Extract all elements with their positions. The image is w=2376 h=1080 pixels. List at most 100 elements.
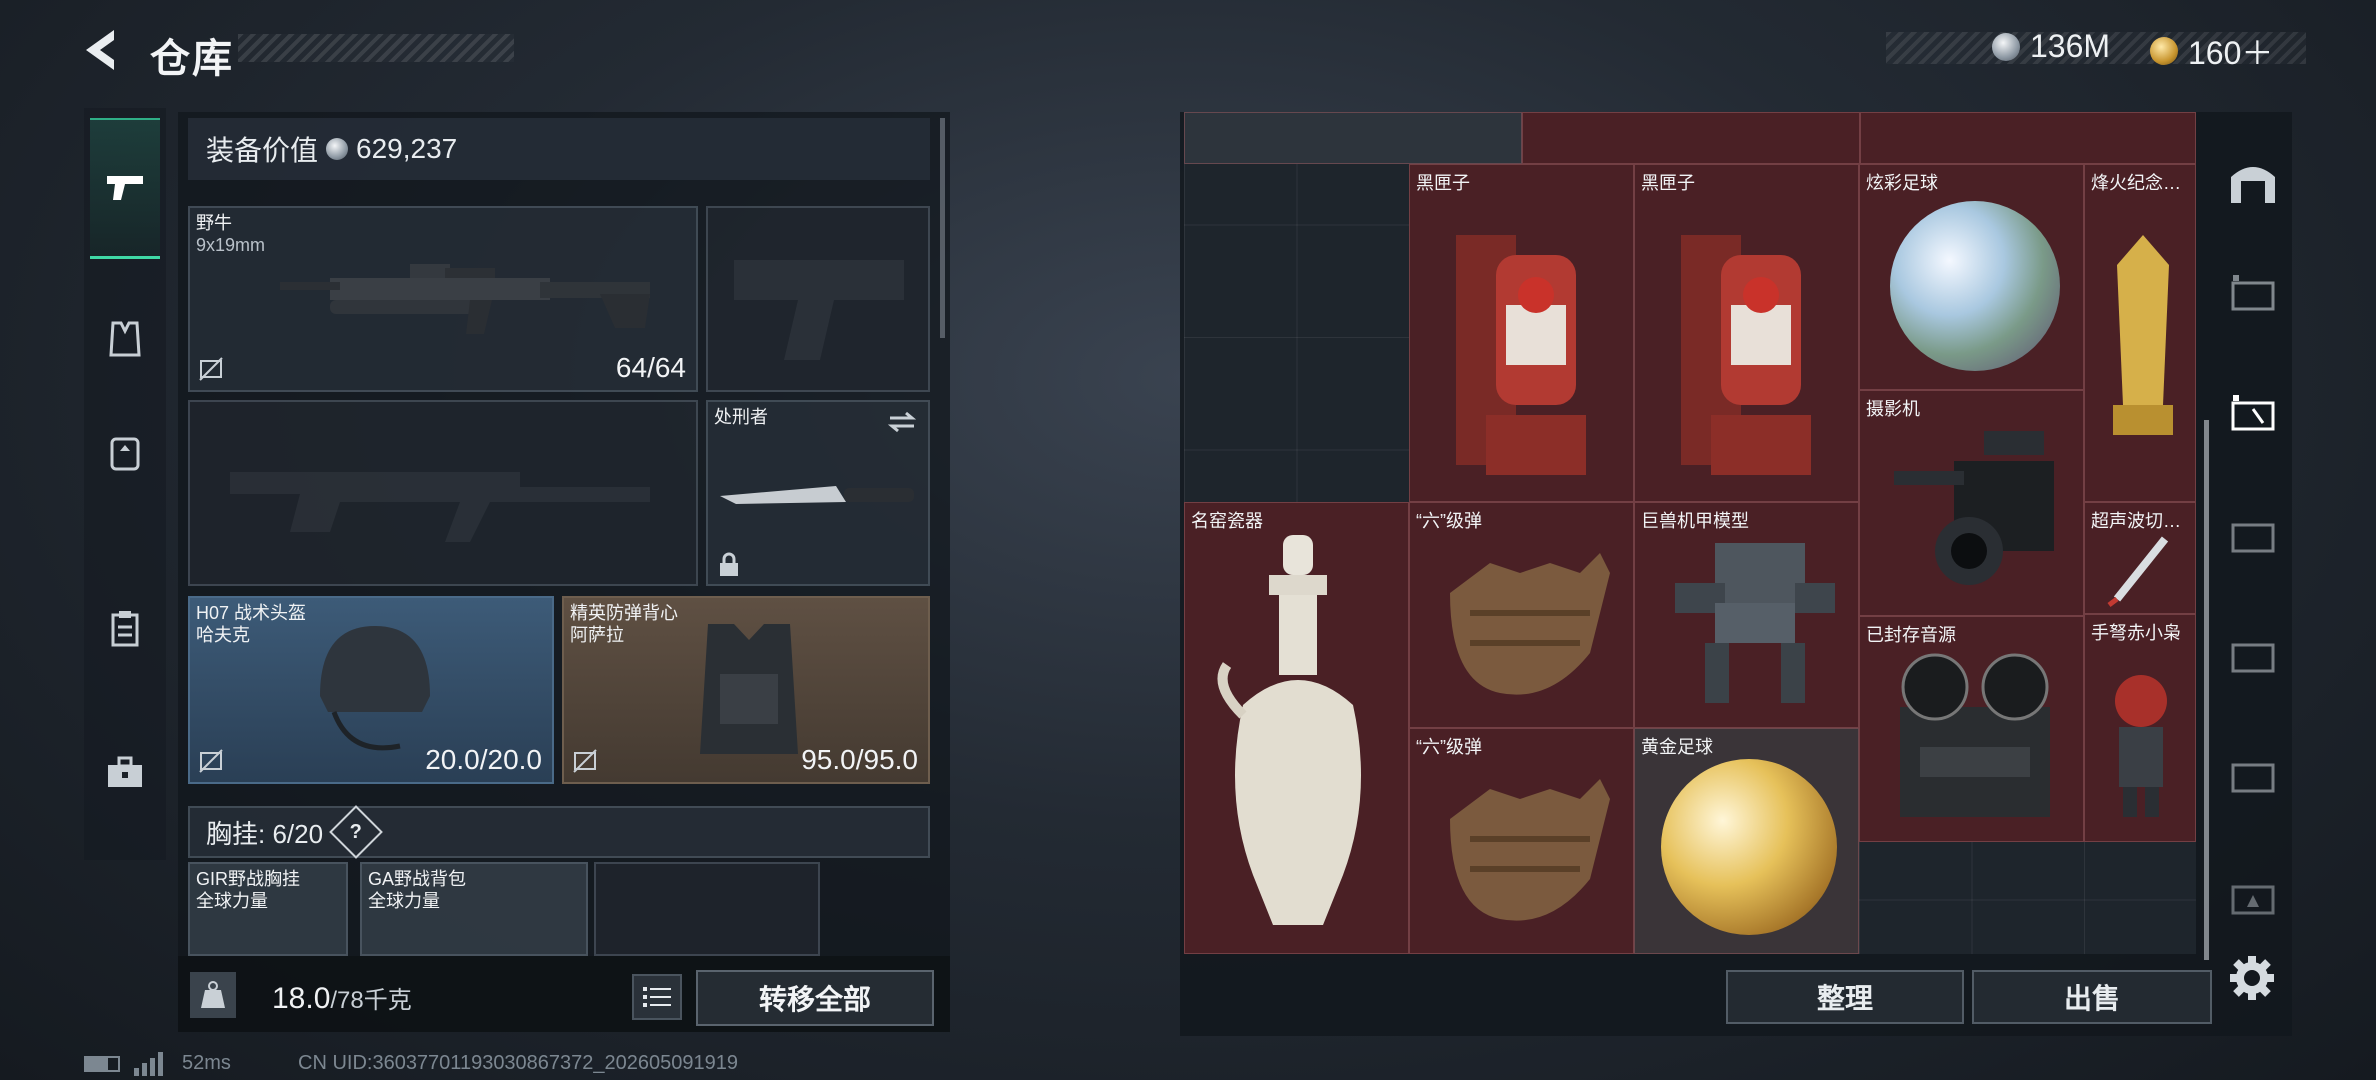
storage-box-icon — [2231, 643, 2275, 673]
stash-item-partial[interactable] — [1184, 112, 1522, 164]
primary-weapon-slot[interactable]: 野牛 9x19mm 64/64 — [188, 206, 698, 392]
stash-item[interactable]: 炫彩足球 — [1859, 164, 2084, 390]
toolbox-icon — [108, 756, 142, 787]
list-icon — [643, 987, 671, 1007]
stash-item[interactable]: “六”级弹 — [1409, 728, 1634, 954]
nav-case[interactable] — [94, 598, 156, 660]
clipboard-icon — [111, 611, 139, 647]
stash-item-partial[interactable] — [1522, 112, 1860, 164]
stash-item[interactable]: 黑匣子 — [1634, 164, 1859, 502]
stash-item[interactable]: 摄影机 — [1859, 390, 2084, 616]
nav-toolkit[interactable] — [94, 742, 156, 804]
melee-slot[interactable]: 处刑者 — [706, 400, 930, 586]
item-name: 黄金足球 — [1641, 737, 1713, 757]
stash-tab-6[interactable] — [2218, 740, 2288, 810]
nav-weapons[interactable] — [90, 118, 160, 259]
gear-icon[interactable] — [2226, 952, 2278, 1004]
stash-item[interactable]: 巨兽机甲模型 — [1634, 502, 1859, 728]
item-name: “六”级弹 — [1416, 737, 1482, 757]
chest-count: 6/20 — [272, 818, 324, 849]
stash-item-partial[interactable] — [1860, 112, 2196, 164]
stash-grid: 黑匣子 黑匣子 炫彩足球 烽火纪念… 摄影机 名窑瓷器 “六”级弹 巨兽机甲模型… — [1184, 112, 2196, 954]
backpack-name: GA野战背包 — [368, 869, 467, 889]
chest-rig-slot[interactable]: GIR野战胸挂 全球力量 — [188, 862, 348, 956]
storage-box-icon — [2231, 763, 2275, 793]
helmet-slot[interactable]: H07 战术头盔 哈夫克 20.0/20.0 — [188, 596, 554, 784]
pistol-icon — [107, 176, 143, 200]
silver-currency[interactable]: 136M — [1992, 28, 2110, 65]
trophy-image — [2113, 235, 2173, 435]
sell-button[interactable]: 出售 — [1972, 970, 2212, 1024]
stash-tab-main[interactable] — [2218, 146, 2288, 216]
weapon-ammo: 9x19mm — [196, 235, 266, 255]
help-icon[interactable]: ? — [329, 805, 383, 859]
stash-item[interactable]: 黑匣子 — [1409, 164, 1634, 502]
stash-item[interactable]: 已封存音源 — [1859, 616, 2084, 842]
loadout-nav — [84, 108, 166, 860]
stash-tab-4[interactable] — [2218, 500, 2288, 570]
nav-armor[interactable] — [94, 308, 156, 370]
stash-item[interactable]: 黄金足球 — [1634, 728, 1859, 954]
battery-icon — [84, 1056, 120, 1072]
ammo-glove-image — [1450, 553, 1610, 695]
silver-coin-icon — [326, 138, 349, 160]
no-insurance-icon — [573, 749, 597, 773]
item-name: “六”级弹 — [1416, 511, 1482, 531]
black-box-image — [1681, 235, 1811, 475]
figurine-image — [2115, 675, 2167, 817]
storage-box-icon — [2231, 885, 2275, 915]
rig-maker: 全球力量 — [196, 891, 268, 911]
lock-icon — [720, 552, 738, 576]
vest-icon — [109, 321, 141, 357]
black-box-image — [1456, 235, 1586, 475]
knife-image — [720, 486, 914, 504]
stash-item[interactable]: 名窑瓷器 — [1184, 502, 1409, 954]
weight-icon — [190, 972, 236, 1018]
no-insurance-icon — [199, 749, 223, 773]
chest-label: 胸挂: — [206, 818, 266, 849]
armor-maker: 阿萨拉 — [570, 625, 624, 645]
armor-name: 精英防弹背心 — [570, 603, 678, 623]
stash-item[interactable]: 超声波切… — [2084, 502, 2196, 614]
armor-durability: 95.0/95.0 — [801, 744, 918, 775]
stash-tab-5[interactable] — [2218, 620, 2288, 690]
carry-weight: 18.0/78千克 — [272, 980, 412, 1016]
sort-button[interactable]: 整理 — [1726, 970, 1964, 1024]
stash-tab-2[interactable] — [2218, 258, 2288, 328]
weight-max: /78千克 — [330, 987, 412, 1014]
chest-rig-capacity: 胸挂: 6/20 ? — [188, 805, 930, 859]
item-name: 超声波切… — [2091, 511, 2181, 531]
helmet-durability: 20.0/20.0 — [425, 744, 542, 775]
item-name: 黑匣子 — [1416, 173, 1470, 193]
item-name: 已封存音源 — [1866, 625, 1956, 645]
swap-icon[interactable] — [886, 410, 918, 434]
transfer-all-button[interactable]: 转移全部 — [696, 970, 934, 1026]
stash-item[interactable]: 烽火纪念… — [2084, 164, 2196, 502]
stash-scrollbar[interactable] — [2204, 420, 2209, 960]
backpack-slot[interactable]: GA野战背包 全球力量 — [360, 862, 588, 956]
item-name: 黑匣子 — [1641, 173, 1695, 193]
weapon-durability: 64/64 — [615, 352, 686, 383]
secondary-weapon-slot-empty[interactable] — [188, 400, 698, 586]
stash-tab-3-active[interactable] — [2218, 378, 2288, 448]
gold-football-image — [1661, 759, 1837, 935]
stash-tab-7[interactable] — [2218, 862, 2288, 932]
equipment-value: 629,237 — [356, 133, 458, 164]
item-name: 烽火纪念… — [2091, 173, 2181, 193]
gold-currency[interactable]: 160＋ — [2150, 28, 2273, 74]
stash-item[interactable]: “六”级弹 — [1409, 502, 1634, 728]
empty-slot[interactable] — [594, 862, 820, 956]
sidearm-slot-empty[interactable] — [706, 206, 930, 392]
rifle-silhouette — [230, 472, 650, 542]
football-image — [1890, 201, 2060, 371]
nav-backpack[interactable] — [94, 422, 156, 484]
list-view-button[interactable] — [632, 974, 682, 1020]
stash-item[interactable]: 手弩赤小枭 — [2084, 614, 2196, 842]
storage-box-icon — [2231, 395, 2275, 431]
back-button[interactable] — [80, 26, 128, 74]
vest-image — [700, 624, 798, 754]
helmet-name: H07 战术头盔 — [196, 603, 307, 623]
armor-slot[interactable]: 精英防弹背心 阿萨拉 95.0/95.0 — [562, 596, 930, 784]
gold-amount: 160＋ — [2188, 35, 2274, 71]
loadout-scrollbar[interactable] — [940, 118, 945, 338]
